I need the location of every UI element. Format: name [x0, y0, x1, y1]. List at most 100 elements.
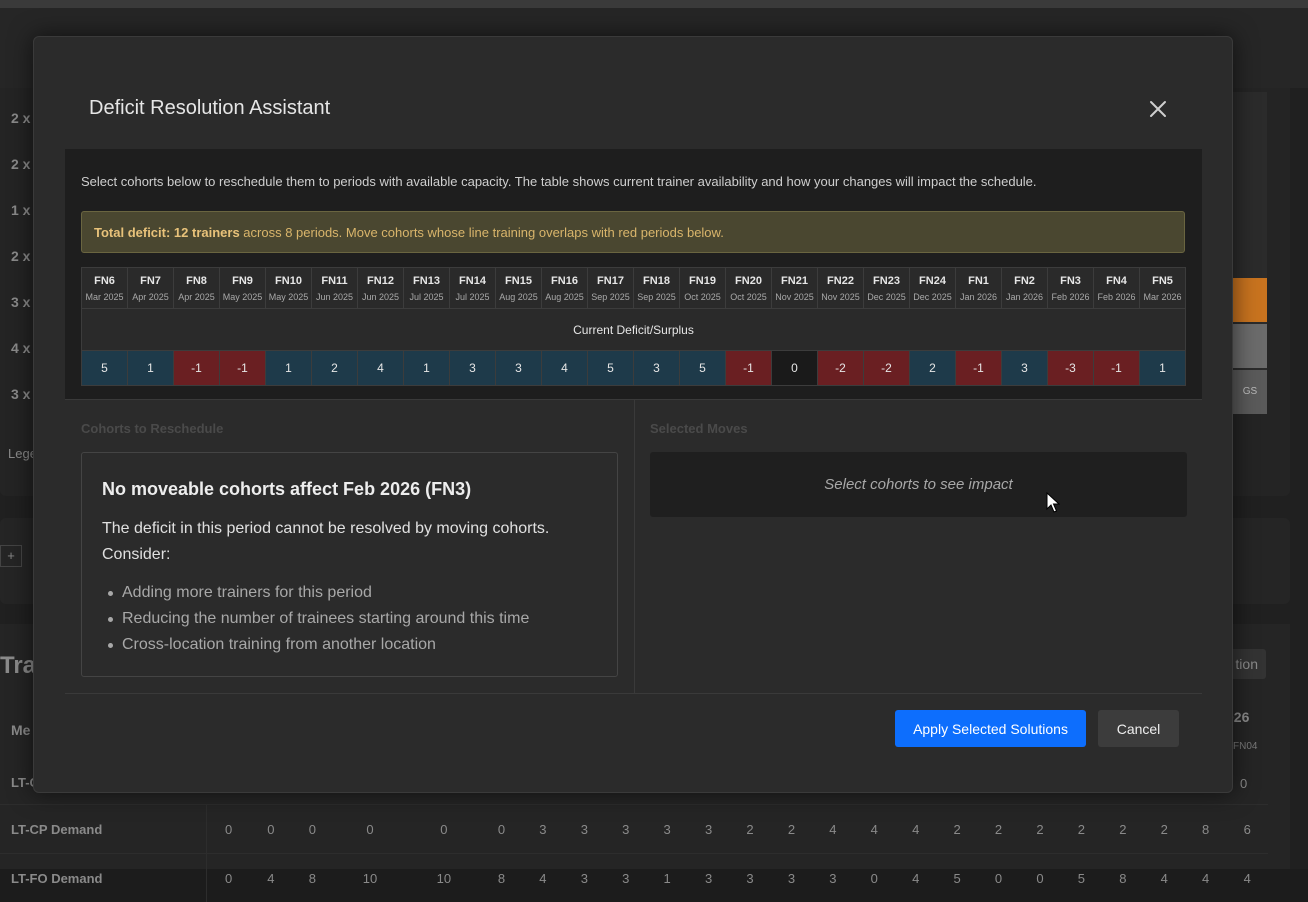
period-month: May 2025 — [220, 292, 265, 302]
bg-demand-row: LT-FO Demand04810108433133330450058444 — [0, 854, 1268, 902]
bg-demand-cell: 3 — [812, 854, 853, 902]
deficit-value-cell: 2 — [312, 351, 358, 386]
bg-demand-table: LT-CP Demand000000333332244422222286 LT-… — [0, 804, 1268, 902]
bg-demand-cell: 8 — [481, 854, 522, 902]
deficit-value-cell: -1 — [726, 351, 772, 386]
deficit-value-cell: 3 — [1002, 351, 1048, 386]
deficit-value-cell: 5 — [680, 351, 726, 386]
period-header: FN6Mar 2025 — [82, 268, 128, 309]
bg-demand-cell: 5 — [1061, 854, 1102, 902]
period-header: FN20Oct 2025 — [726, 268, 772, 309]
period-fn: FN17 — [588, 275, 633, 287]
period-header: FN24Dec 2025 — [910, 268, 956, 309]
deficit-overview: Select cohorts below to reschedule them … — [65, 149, 1202, 400]
cancel-button[interactable]: Cancel — [1098, 710, 1179, 747]
bg-demand-cell: 4 — [1226, 854, 1268, 902]
deficit-alert: Total deficit: 12 trainers across 8 peri… — [81, 211, 1185, 253]
bg-demand-cell: 2 — [978, 805, 1019, 854]
bg-demand-cell: 0 — [978, 854, 1019, 902]
period-header: FN2Jan 2026 — [1002, 268, 1048, 309]
deficit-table: FN6Mar 2025FN7Apr 2025FN8Apr 2025FN9May … — [81, 267, 1186, 386]
bg-demand-cell: 8 — [1102, 854, 1143, 902]
period-header: FN11 Jun 2025 — [312, 268, 358, 309]
period-header: FN3Feb 2026 — [1048, 268, 1094, 309]
expand-icon: + — [0, 545, 22, 567]
period-month: Feb 2026 — [1048, 292, 1093, 302]
period-month: Jan 2026 — [956, 292, 1001, 302]
period-fn: FN21 — [772, 275, 817, 287]
bg-row-label: 2 x — [11, 248, 30, 264]
period-month: Aug 2025 — [496, 292, 541, 302]
bg-demand-cell: 10 — [333, 854, 407, 902]
period-fn: FN8 — [174, 275, 219, 287]
suggestion-list: Adding more trainers for this period Red… — [102, 580, 597, 658]
bg-demand-cell: 0 — [250, 805, 291, 854]
intro-text: Select cohorts below to reschedule them … — [81, 174, 1037, 189]
no-moveable-cohorts-card: No moveable cohorts affect Feb 2026 (FN3… — [81, 452, 618, 677]
bg-demand-cell: 3 — [564, 854, 605, 902]
close-icon — [1146, 97, 1170, 121]
deficit-value-cell: 1 — [1140, 351, 1186, 386]
period-fn: FN11 — [312, 275, 357, 287]
close-button[interactable] — [1146, 97, 1170, 121]
bg-demand-cell: 8 — [292, 854, 333, 902]
bg-demand-cell: 2 — [771, 805, 812, 854]
table-caption: Current Deficit/Surplus — [82, 309, 1186, 351]
deficit-value-cell: -1 — [1094, 351, 1140, 386]
period-month: Jun 2025 — [312, 292, 357, 302]
bg-row-label: 3 x — [11, 294, 30, 310]
bg-demand-row: LT-CP Demand000000333332244422222286 — [0, 805, 1268, 854]
period-fn: FN1 — [956, 275, 1001, 287]
period-header-row: FN6Mar 2025FN7Apr 2025FN8Apr 2025FN9May … — [82, 268, 1186, 309]
period-fn: FN19 — [680, 275, 725, 287]
period-month: Jun 2025 — [358, 292, 403, 302]
bg-demand-cell: 6 — [1226, 805, 1268, 854]
period-month: Nov 2025 — [772, 292, 817, 302]
deficit-value-cell: -1 — [174, 351, 220, 386]
deficit-value-cell: -1 — [220, 351, 266, 386]
app-topbar — [0, 0, 1308, 8]
deficit-value-cell: -1 — [956, 351, 1002, 386]
period-header: FN14Jul 2025 — [450, 268, 496, 309]
bg-fn-header: FN04 — [1233, 741, 1257, 752]
period-header: FN9 May 2025 — [220, 268, 266, 309]
period-fn: FN4 — [1094, 275, 1139, 287]
bg-demand-cell: 10 — [407, 854, 481, 902]
period-fn: FN5 — [1140, 275, 1185, 287]
deficit-value-cell: 0 — [772, 351, 818, 386]
bg-demand-cell: 2 — [729, 805, 770, 854]
bg-demand-cell: 3 — [605, 854, 646, 902]
period-month: Apr 2025 — [174, 292, 219, 302]
bg-cohort-bar — [1233, 324, 1267, 368]
bg-demand-cell: 3 — [605, 805, 646, 854]
bg-demand-cell: 1 — [646, 854, 687, 902]
period-header: FN17Sep 2025 — [588, 268, 634, 309]
period-header: FN23Dec 2025 — [864, 268, 910, 309]
bg-demand-cell: 2 — [1102, 805, 1143, 854]
period-header: FN5Mar 2026 — [1140, 268, 1186, 309]
bg-demand-cell: 4 — [1144, 854, 1185, 902]
bg-demand-cell: 8 — [1185, 805, 1226, 854]
period-header: FN21 Nov 2025 — [772, 268, 818, 309]
period-fn: FN15 — [496, 275, 541, 287]
bg-demand-cell: 3 — [688, 805, 729, 854]
period-fn: FN7 — [128, 275, 173, 287]
period-header: FN4Feb 2026 — [1094, 268, 1140, 309]
suggestion-item: Adding more trainers for this period — [122, 580, 597, 606]
bg-demand-cell: 5 — [936, 854, 977, 902]
deficit-value-cell: 3 — [634, 351, 680, 386]
deficit-value-cell: 1 — [266, 351, 312, 386]
apply-selected-solutions-button[interactable]: Apply Selected Solutions — [895, 710, 1086, 747]
period-fn: FN18 — [634, 275, 679, 287]
period-month: Aug 2025 — [542, 292, 587, 302]
period-month: Dec 2025 — [910, 292, 955, 302]
period-header: FN16Aug 2025 — [542, 268, 588, 309]
period-month: Mar 2025 — [82, 292, 127, 302]
period-header: FN18Sep 2025 — [634, 268, 680, 309]
period-fn: FN9 — [220, 275, 265, 287]
bg-demand-cell: 2 — [1019, 805, 1060, 854]
period-fn: FN14 — [450, 275, 495, 287]
deficit-values-row: 51-1-11241334535-10-2-22-13-3-11 — [82, 351, 1186, 386]
cohorts-to-reschedule-label: Cohorts to Reschedule — [81, 421, 223, 436]
deficit-resolution-modal: Deficit Resolution Assistant Select coho… — [33, 36, 1233, 793]
